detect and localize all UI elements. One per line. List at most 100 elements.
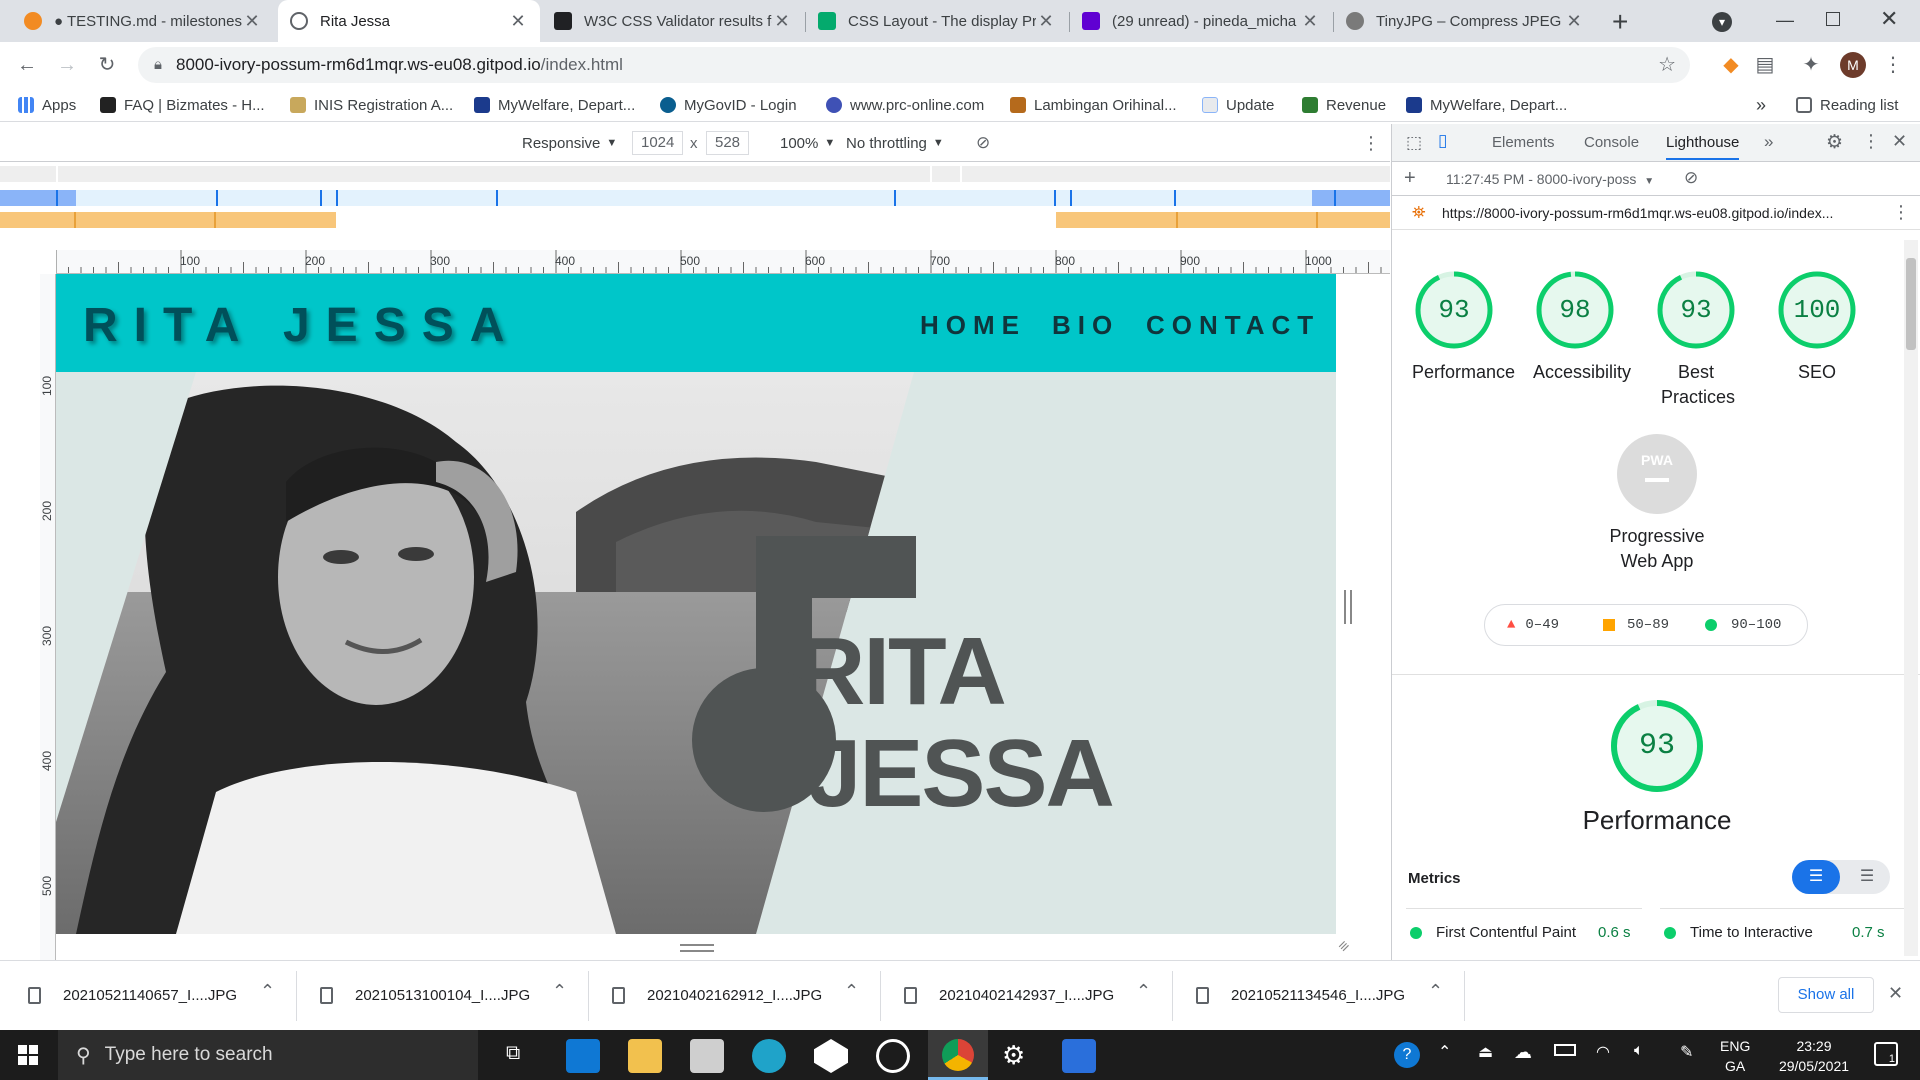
- onedrive-cloud-icon[interactable]: ☁: [1514, 1042, 1532, 1063]
- pwa-badge[interactable]: PWA Progressive Web App: [1592, 434, 1722, 574]
- close-devtools-icon[interactable]: ✕: [1892, 131, 1907, 152]
- expanded-view-icon[interactable]: ☰: [1850, 860, 1884, 894]
- dropbox-icon[interactable]: [814, 1039, 848, 1073]
- rotate-icon[interactable]: ⊘: [976, 132, 990, 154]
- bookmark-mywelfare[interactable]: MyWelfare, Depart...: [474, 93, 635, 117]
- close-icon[interactable]: ✕: [1564, 11, 1584, 32]
- tab-search-icon[interactable]: ▾: [1712, 12, 1732, 32]
- tab-testing[interactable]: ● TESTING.md - milestones ✕: [12, 0, 274, 42]
- width-value[interactable]: 1024: [632, 131, 684, 155]
- chrome-taskbar-button[interactable]: [928, 1030, 988, 1080]
- gitpod-extension-icon[interactable]: ◆: [1718, 52, 1744, 78]
- site-logo[interactable]: RITA JESSA: [83, 298, 520, 353]
- main-score-gauge[interactable]: 93 Performance: [1582, 698, 1732, 833]
- chevron-up-icon[interactable]: ⌃: [260, 981, 275, 1002]
- close-icon[interactable]: ✕: [242, 11, 262, 32]
- bookmark-bizmates[interactable]: FAQ | Bizmates - H...: [100, 93, 265, 117]
- scrollbar-thumb[interactable]: [1906, 258, 1916, 350]
- tab-w3c[interactable]: W3C CSS Validator results fo ✕: [542, 0, 804, 42]
- bookmark-mywelfare-2[interactable]: MyWelfare, Depart...: [1406, 93, 1567, 117]
- chevron-up-icon[interactable]: ⌃: [1136, 981, 1151, 1002]
- bookmark-apps[interactable]: Apps: [18, 93, 76, 117]
- tab-rita-jessa[interactable]: Rita Jessa ✕: [278, 0, 540, 42]
- tab-lighthouse[interactable]: Lighthouse: [1666, 134, 1740, 160]
- pen-icon[interactable]: ✎: [1680, 1042, 1693, 1062]
- profile-avatar[interactable]: M: [1840, 52, 1866, 78]
- tab-tinyjpg[interactable]: TinyJPG – Compress JPEG in ✕: [1334, 0, 1596, 42]
- new-report-icon[interactable]: +: [1404, 167, 1416, 190]
- address-bar[interactable]: 🔒︎ 8000-ivory-possum-rm6d1mqr.ws-eu08.gi…: [138, 47, 1690, 83]
- store-icon[interactable]: [690, 1039, 724, 1073]
- close-shelf-icon[interactable]: ✕: [1888, 983, 1903, 1004]
- extensions-puzzle-icon[interactable]: ✦: [1798, 52, 1824, 78]
- bookmark-inis[interactable]: INIS Registration A...: [290, 93, 453, 117]
- score-gauge-best-practices[interactable]: 93 Best Practices: [1654, 270, 1738, 410]
- help-icon[interactable]: ?: [1394, 1042, 1420, 1068]
- browser-menu-icon[interactable]: ⋮: [1880, 52, 1906, 78]
- usb-icon[interactable]: ⏏: [1478, 1042, 1493, 1062]
- viewport-resize-handle-right[interactable]: [1344, 590, 1352, 624]
- battery-icon[interactable]: [1554, 1044, 1576, 1056]
- bookmark-lambingan[interactable]: Lambingan Orihinal...: [1010, 93, 1177, 117]
- chevron-up-icon[interactable]: ⌃: [1438, 1042, 1451, 1062]
- bookmark-mygovid[interactable]: MyGovID - Login: [660, 93, 797, 117]
- mail-app-icon[interactable]: [566, 1039, 600, 1073]
- reading-list-button[interactable]: Reading list: [1796, 93, 1898, 117]
- clock[interactable]: 23:29 29/05/2021: [1766, 1036, 1862, 1076]
- settings-gear-taskbar-icon[interactable]: ⚙: [1002, 1040, 1025, 1071]
- score-gauge-accessibility[interactable]: 98 Accessibility: [1533, 270, 1631, 385]
- device-select[interactable]: Responsive ▼: [522, 132, 617, 154]
- forward-icon[interactable]: →: [54, 52, 80, 78]
- show-all-button[interactable]: Show all: [1778, 977, 1874, 1013]
- compact-view-icon[interactable]: ☰: [1792, 860, 1840, 894]
- nav-bio[interactable]: BIO: [1052, 310, 1119, 341]
- tab-console[interactable]: Console: [1584, 134, 1639, 151]
- score-gauge-performance[interactable]: 93 Performance: [1412, 270, 1515, 385]
- nav-contact[interactable]: CONTACT: [1146, 310, 1320, 341]
- device-toggle-icon[interactable]: ▯: [1438, 131, 1447, 151]
- inspect-element-icon[interactable]: ⬚: [1406, 133, 1422, 153]
- close-icon[interactable]: ✕: [772, 11, 792, 32]
- taskbar-search[interactable]: ⚲ Type here to search: [58, 1030, 478, 1080]
- report-menu-icon[interactable]: ⋮: [1892, 202, 1910, 223]
- report-select[interactable]: 11:27:45 PM - 8000-ivory-poss ▼: [1446, 171, 1654, 187]
- width-input[interactable]: 1024: [632, 131, 684, 155]
- language-indicator[interactable]: ENG GA: [1720, 1036, 1750, 1076]
- chevron-up-icon[interactable]: ⌃: [552, 981, 567, 1002]
- page-extension-icon[interactable]: ▤: [1752, 52, 1778, 78]
- settings-gear-icon[interactable]: ⚙: [1826, 131, 1843, 154]
- reload-icon[interactable]: ↻: [94, 52, 120, 78]
- viewport-resize-handle-bottom[interactable]: [680, 944, 714, 952]
- windows-start-icon[interactable]: [18, 1045, 38, 1065]
- devtools-menu-icon[interactable]: ⋮: [1862, 131, 1880, 152]
- score-gauge-seo[interactable]: 100 SEO: [1775, 270, 1859, 385]
- close-icon[interactable]: ✕: [508, 11, 528, 32]
- back-icon[interactable]: ←: [14, 52, 40, 78]
- download-item[interactable]: 20210402142937_I....JPG: [904, 979, 1114, 1011]
- close-icon[interactable]: ✕: [1300, 11, 1320, 32]
- device-menu-icon[interactable]: ⋮: [1362, 132, 1380, 154]
- metrics-view-toggle[interactable]: ☰ ☰: [1792, 860, 1890, 894]
- clear-reports-icon[interactable]: ⊘: [1684, 168, 1698, 188]
- new-tab-button[interactable]: +: [1612, 6, 1628, 38]
- close-icon[interactable]: ✕: [1036, 11, 1056, 32]
- notifications-icon[interactable]: 1: [1874, 1042, 1898, 1066]
- height-value[interactable]: 528: [706, 131, 750, 155]
- height-input[interactable]: 528: [706, 131, 750, 155]
- file-explorer-icon[interactable]: [628, 1039, 662, 1073]
- chevron-up-icon[interactable]: ⌃: [844, 981, 859, 1002]
- download-item[interactable]: 20210521134546_I....JPG: [1196, 979, 1405, 1011]
- zoom-select[interactable]: 100% ▼: [780, 132, 835, 154]
- restore-icon[interactable]: [1826, 12, 1840, 26]
- lock-icon[interactable]: 🔒︎: [154, 56, 162, 73]
- tab-mail[interactable]: (29 unread) - pineda_micha ✕: [1070, 0, 1332, 42]
- tab-css-layout[interactable]: CSS Layout - The display Pr ✕: [806, 0, 1068, 42]
- bookmark-star-icon[interactable]: ☆: [1658, 52, 1676, 77]
- wifi-icon[interactable]: ◠: [1596, 1042, 1610, 1062]
- bookmark-revenue[interactable]: Revenue: [1302, 93, 1386, 117]
- tab-elements[interactable]: Elements: [1492, 134, 1555, 151]
- throttling-select[interactable]: No throttling ▼: [846, 132, 944, 154]
- photos-icon[interactable]: [1062, 1039, 1096, 1073]
- report-url[interactable]: https://8000-ivory-possum-rm6d1mqr.ws-eu…: [1442, 205, 1833, 221]
- bookmark-update[interactable]: Update: [1202, 93, 1274, 117]
